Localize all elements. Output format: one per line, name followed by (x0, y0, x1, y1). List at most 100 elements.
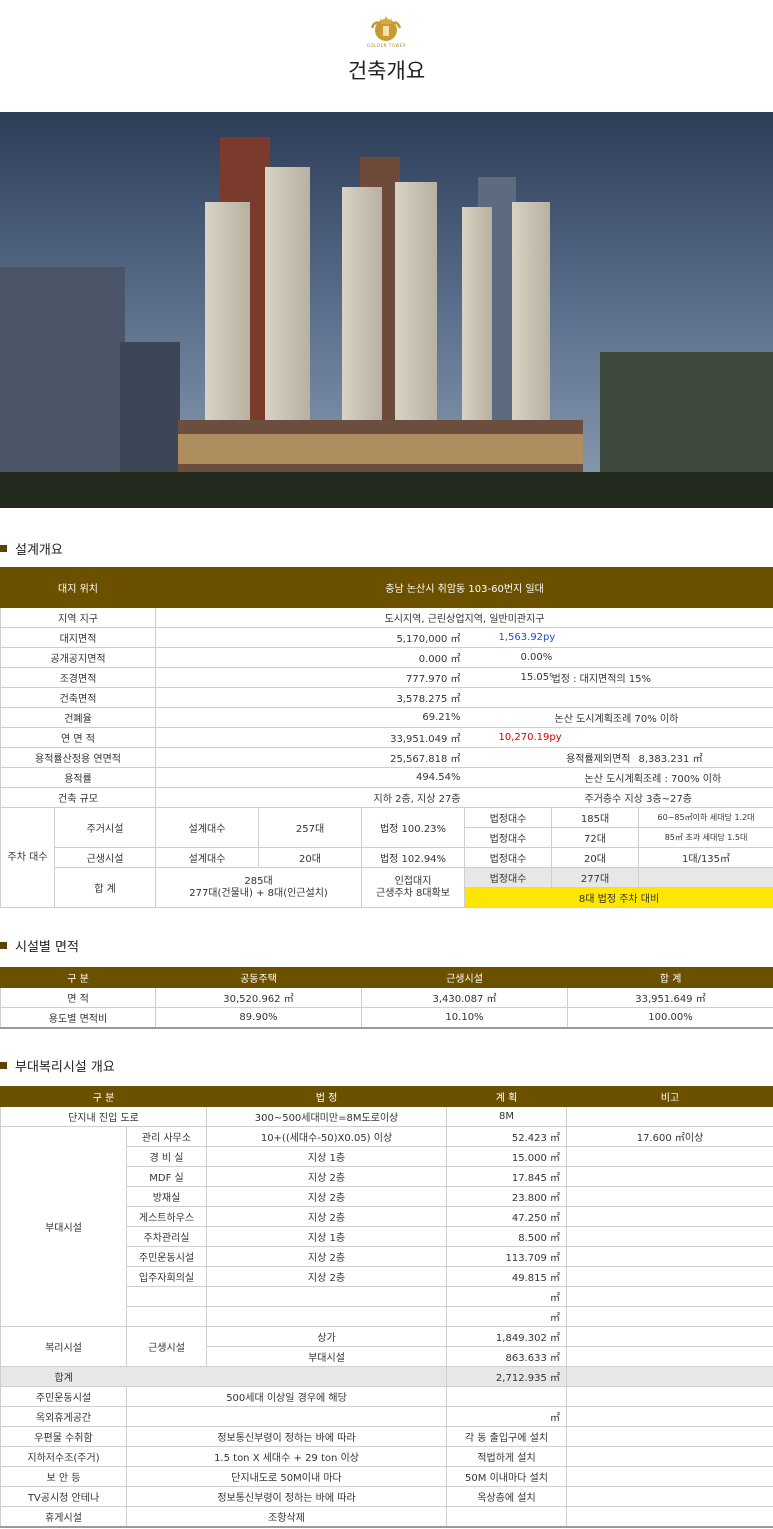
total-plan: 2,712.935 ㎡ (446, 1366, 567, 1387)
legal-count-value: 72대 (551, 827, 640, 848)
facility-name (126, 1286, 207, 1307)
legal-cell: 지상 1층 (206, 1226, 447, 1247)
plan-cell: ㎡ (446, 1406, 567, 1427)
row-label: TV공시청 안테나 (0, 1486, 127, 1507)
design-count-value: 20대 (258, 847, 363, 868)
note-cell (566, 1266, 773, 1287)
page-header: GOLDEN TOWER 건축개요 (0, 0, 773, 112)
row-label: 단지내 진입 도로 (0, 1106, 207, 1127)
table-row: 지하저수조(주거) 1.5 ton X 세대수 + 29 ton 이상 적법하게 설… (0, 1446, 773, 1467)
table-header-row: 구 분 법 정 계 획 비고 (0, 1086, 773, 1107)
row-label: 건폐율 (0, 707, 157, 728)
note-cell (566, 1286, 773, 1307)
plan-cell (446, 1386, 567, 1407)
section-title-facility-area: 시설별 면적 (0, 937, 79, 955)
facility-name: 주민운동시설 (126, 1246, 207, 1267)
table-row: 주민운동시설 500세대 이상일 경우에 해당 (0, 1386, 773, 1407)
welfare-label: 복리시설 (0, 1326, 127, 1367)
row-value: 69.21% (155, 707, 465, 728)
facility-name: 부대시설 (206, 1346, 447, 1367)
adjacent-parking-note: 근생주차 8대확보 (376, 887, 450, 899)
column-header: 구 분 (0, 967, 156, 988)
facility-name: 관리 사무소 (126, 1126, 207, 1147)
bullet-square-icon (0, 544, 7, 552)
legal-cell (206, 1306, 447, 1327)
row-note: 주거층수 지상 3층~27층 (464, 787, 773, 808)
aux-facilities-label: 부대시설 (0, 1126, 127, 1327)
site-location-label: 대지 위치 (0, 567, 157, 608)
legal-cell: 정보통신부령이 정하는 바에 따라 (126, 1486, 447, 1507)
row-label: 우편물 수취함 (0, 1426, 127, 1447)
row-label: 조경면적 (0, 667, 157, 688)
plan-cell: 50M 이내마다 설치 (446, 1466, 567, 1487)
legal-cell: 1.5 ton X 세대수 + 29 ton 이상 (126, 1446, 447, 1467)
parking-row: 근생시설 설계대수 20대 법정 102.94% 법정대수 20대 1대/135… (1, 847, 773, 868)
facility-name: 상가 (206, 1326, 447, 1347)
welfare-facilities-table: 구 분 법 정 계 획 비고 단지내 진입 도로 300~500세대미만=8M도… (0, 1086, 773, 1528)
note-cell (566, 1206, 773, 1227)
table-row: 면 적 30,520.962 ㎡ 3,430.087 ㎡ 33,951.649 … (0, 987, 773, 1008)
table-cell: 3,430.087 ㎡ (361, 987, 568, 1008)
welfare-sub-label: 근생시설 (126, 1326, 207, 1367)
bullet-square-icon (0, 1061, 7, 1069)
plan-cell: 8M (446, 1106, 567, 1127)
table-row: 건축 규모 지하 2층, 지상 27층 주거층수 지상 3층~27층 (0, 787, 773, 808)
legal-cell: 지상 2층 (206, 1266, 447, 1287)
building-rendering-image (0, 112, 773, 508)
total-label: 합계 (0, 1366, 127, 1387)
section-title-text: 시설별 면적 (15, 939, 79, 955)
facility-name: 경 비 실 (126, 1146, 207, 1167)
legal-count-value: 277대 (551, 867, 640, 888)
table-row: 옥외휴게공간 ㎡ (0, 1406, 773, 1427)
legal-ratio: 법정 100.23% (361, 807, 466, 848)
facility-name: 게스트하우스 (126, 1206, 207, 1227)
row-label: 보 안 등 (0, 1466, 127, 1487)
facility-name: MDF 실 (126, 1166, 207, 1187)
row-label: 건축면적 (0, 687, 157, 708)
plan-cell: 863.633 ㎡ (446, 1346, 567, 1367)
row-value: 25,567.818 ㎡ (155, 747, 465, 768)
row-value: 도시지역, 근린상업지역, 일반미관지구 (155, 607, 773, 628)
total-count-cell: 285대 277대(건물내) + 8대(인근설치) (155, 867, 363, 908)
legal-cell: 조항삭제 (126, 1506, 447, 1527)
total-label: 합 계 (53, 867, 157, 908)
adjacent-note: 인접대지 (394, 875, 432, 887)
plan-cell: 15.000 ㎡ (446, 1146, 567, 1167)
site-area-py: 1,563.92py (464, 627, 773, 648)
row-label: 면 적 (0, 987, 156, 1008)
row-note: 법정 : 대지면적의 15% (551, 667, 773, 688)
column-header: 비고 (566, 1086, 773, 1107)
legal-cell: 지상 2층 (206, 1166, 447, 1187)
table-row: TV공시청 안테나 정보통신부령이 정하는 바에 따라 옥상층에 설치 (0, 1486, 773, 1507)
facility-name: 주차관리실 (126, 1226, 207, 1247)
far-exclusion-value: 8,383.231 ㎡ (638, 747, 773, 768)
plan-cell: 옥상층에 설치 (446, 1486, 567, 1507)
note-cell (566, 1186, 773, 1207)
legal-count-value: 185대 (551, 807, 640, 828)
row-value: 777.970 ㎡ (155, 667, 465, 688)
logo-text: GOLDEN TOWER (366, 43, 407, 48)
total-count: 285대 (244, 875, 273, 887)
total-row: 합계 2,712.935 ㎡ (0, 1366, 773, 1387)
far-exclusion-label: 용적률제외면적 (464, 747, 639, 768)
table-cell: 30,520.962 ㎡ (155, 987, 362, 1008)
table-row: 공개공지면적 0.000 ㎡ 0.00% (0, 647, 773, 668)
plan-cell (446, 1506, 567, 1527)
legal-rule: 85㎡ 초과 세대당 1.5대 (638, 827, 773, 848)
bullet-square-icon (0, 941, 7, 949)
table-row: 지역 지구 도시지역, 근린상업지역, 일반미관지구 (0, 607, 773, 628)
legal-cell: 10+((세대수-50)X0.05) 이상 (206, 1126, 447, 1147)
facility-area-table: 구 분 공동주택 근생시설 합 계 면 적 30,520.962 ㎡ 3,430… (0, 967, 773, 1029)
total-detail: 277대(건물내) + 8대(인근설치) (189, 887, 328, 899)
plan-cell: ㎡ (446, 1286, 567, 1307)
table-row: 단지내 진입 도로 300~500세대미만=8M도로이상 8M (0, 1106, 773, 1127)
row-label: 옥외휴게공간 (0, 1406, 127, 1427)
column-header: 구 분 (0, 1086, 207, 1107)
plan-cell: 1,849.302 ㎡ (446, 1326, 567, 1347)
legal-cell: 지상 2층 (206, 1206, 447, 1227)
legal-cell: 정보통신부령이 정하는 바에 따라 (126, 1426, 447, 1447)
plan-cell: 8.500 ㎡ (446, 1226, 567, 1247)
legal-cell (206, 1286, 447, 1307)
table-row: 우편물 수취함 정보통신부령이 정하는 바에 따라 각 동 출입구에 설치 (0, 1426, 773, 1447)
adjacent-note-cell: 인접대지 근생주차 8대확보 (361, 867, 466, 908)
